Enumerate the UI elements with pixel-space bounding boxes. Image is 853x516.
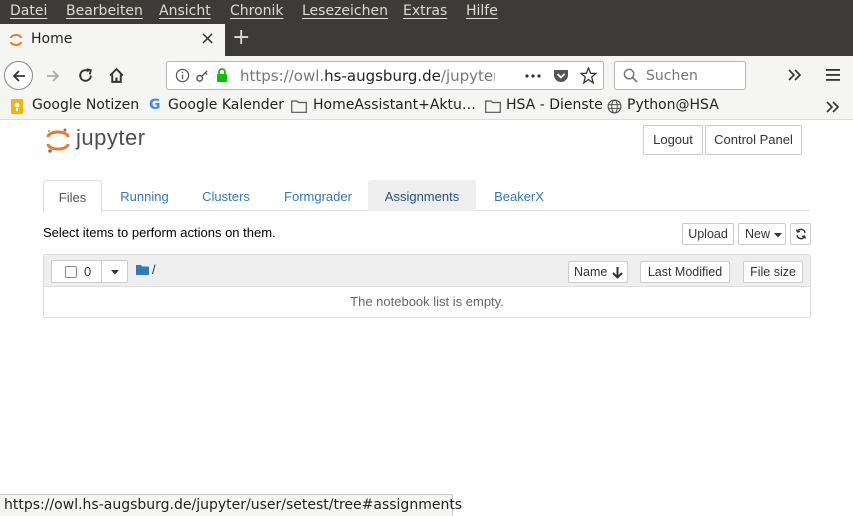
new-dropdown-button[interactable]: New xyxy=(738,223,786,245)
jupyter-logo-text: jupyter xyxy=(76,125,146,150)
navigation-toolbar: https://owl.hs-augsburg.de/jupyter/u Suc… xyxy=(0,56,853,94)
breadcrumb-root[interactable]: / xyxy=(152,262,156,277)
col-name-label: Name xyxy=(574,265,608,279)
new-label: New xyxy=(745,227,771,241)
info-icon[interactable] xyxy=(175,68,190,83)
folder-icon xyxy=(485,100,501,113)
bookmark-star-icon[interactable] xyxy=(580,67,597,84)
refresh-button[interactable] xyxy=(790,223,811,245)
lock-icon[interactable] xyxy=(215,67,229,83)
key-icon[interactable] xyxy=(195,68,210,83)
bookmark-label: Python@HSA xyxy=(627,97,719,113)
jupyter-logo-icon xyxy=(46,128,70,153)
google-icon: G xyxy=(149,97,161,113)
bookmarks-overflow-icon[interactable] xyxy=(826,101,840,113)
bookmark-label: Google Kalender xyxy=(168,97,284,113)
caret-down-icon xyxy=(774,233,782,238)
overflow-chevron-icon[interactable] xyxy=(788,69,802,81)
menu-bearbeiten[interactable]: Bearbeiten xyxy=(66,3,143,19)
url-bar[interactable]: https://owl.hs-augsburg.de/jupyter/u xyxy=(166,61,604,90)
tab-beakerx[interactable]: BeakerX xyxy=(480,180,558,211)
selected-count: 0 xyxy=(84,264,92,279)
tab-running[interactable]: Running xyxy=(108,180,181,211)
folder-icon[interactable] xyxy=(136,265,149,275)
menu-bar: Datei Bearbeiten Ansicht Chronik Lesezei… xyxy=(0,0,853,24)
tab-home[interactable]: Home × xyxy=(0,24,225,56)
search-icon xyxy=(623,68,638,83)
menu-extras[interactable]: Extras xyxy=(403,3,447,19)
tab-files[interactable]: Files xyxy=(43,180,102,212)
hamburger-menu-icon[interactable] xyxy=(826,68,840,82)
folder-icon xyxy=(291,100,307,113)
tab-formgrader[interactable]: Formgrader xyxy=(270,180,366,211)
new-tab-icon[interactable]: + xyxy=(232,25,250,50)
menu-chronik[interactable]: Chronik xyxy=(230,3,284,19)
instruction-text: Select items to perform actions on them. xyxy=(43,225,276,240)
bookmark-label: HSA - Dienste xyxy=(506,97,603,113)
globe-icon xyxy=(607,99,622,114)
url-prefix: https://owl. xyxy=(240,67,325,85)
select-all-checkbox[interactable] xyxy=(65,266,77,278)
more-actions-icon[interactable] xyxy=(525,74,541,78)
jupyter-logo[interactable]: jupyter xyxy=(46,125,166,157)
menu-lesezeichen[interactable]: Lesezeichen xyxy=(302,3,388,19)
bookmarks-toolbar: Google Notizen G Google Kalender HomeAss… xyxy=(0,94,853,120)
notebook-list-header: 0 / Name Last Modified File size xyxy=(44,255,810,287)
jupyter-favicon-icon xyxy=(10,34,22,46)
keep-icon xyxy=(11,99,23,114)
tab-bar: Home × + xyxy=(0,24,853,56)
empty-list-message: The notebook list is empty. xyxy=(350,294,504,309)
search-input[interactable]: Suchen xyxy=(614,61,746,90)
caret-down-icon xyxy=(111,270,119,275)
status-link-url: https://owl.hs-augsburg.de/jupyter/user/… xyxy=(4,497,463,513)
back-button[interactable] xyxy=(4,61,33,90)
url-path: /jupyter/u xyxy=(440,67,495,85)
close-icon[interactable]: × xyxy=(200,28,215,49)
refresh-icon xyxy=(795,228,807,240)
home-button[interactable] xyxy=(108,67,125,84)
menu-datei[interactable]: Datei xyxy=(10,3,47,19)
reload-button[interactable] xyxy=(77,67,94,84)
bookmark-label: HomeAssistant+Aktu… xyxy=(313,97,476,113)
arrow-down-icon xyxy=(612,267,623,279)
sort-by-name-button[interactable]: Name xyxy=(568,261,628,283)
control-panel-button[interactable]: Control Panel xyxy=(705,125,802,155)
logout-button[interactable]: Logout xyxy=(643,125,703,155)
status-bar: https://owl.hs-augsburg.de/jupyter/user/… xyxy=(0,494,462,516)
sort-by-file-size-button[interactable]: File size xyxy=(743,261,803,283)
forward-button[interactable] xyxy=(45,68,61,84)
arrow-left-icon xyxy=(12,70,25,82)
url-domain: hs-augsburg.de xyxy=(324,67,441,85)
sort-by-last-modified-button[interactable]: Last Modified xyxy=(640,261,730,283)
upload-button[interactable]: Upload xyxy=(682,223,734,245)
menu-ansicht[interactable]: Ansicht xyxy=(159,3,211,19)
tab-clusters[interactable]: Clusters xyxy=(188,180,264,211)
select-all-checkbox-group[interactable]: 0 xyxy=(51,260,102,283)
pocket-icon[interactable] xyxy=(553,68,569,83)
tab-assignments[interactable]: Assignments xyxy=(368,180,476,211)
menu-hilfe[interactable]: Hilfe xyxy=(466,3,498,19)
notebook-list-panel: 0 / Name Last Modified File size The not… xyxy=(43,254,811,318)
search-placeholder: Suchen xyxy=(646,68,698,84)
select-dropdown-button[interactable] xyxy=(101,260,128,283)
url-text: https://owl.hs-augsburg.de/jupyter/u xyxy=(240,67,495,85)
bookmark-label: Google Notizen xyxy=(32,97,140,113)
tab-title: Home xyxy=(31,31,73,47)
